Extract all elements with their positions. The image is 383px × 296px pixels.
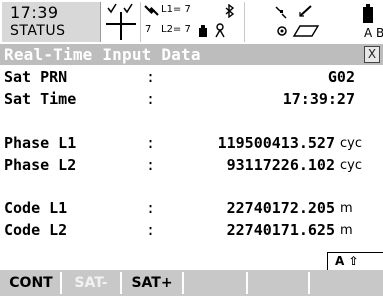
rtk-device-icon	[199, 25, 207, 37]
field-label: Phase L1	[4, 134, 77, 152]
clock-time: 17:39	[10, 3, 59, 22]
input-mode-indicator: A ⇧	[327, 252, 383, 271]
softkey-f4[interactable]	[184, 272, 248, 294]
row-sat-time: Sat Time : 17:39:27	[0, 90, 383, 110]
field-separator: :	[146, 90, 156, 108]
field-value: 119500413.527	[217, 134, 335, 152]
field-value: 22740171.625	[226, 221, 335, 239]
softkey-f6[interactable]	[310, 272, 381, 294]
sat-count: 7	[145, 24, 152, 35]
satellite-icon	[144, 5, 159, 16]
l2-sat-count: L2= 7	[161, 24, 191, 35]
memory-card-icon	[292, 25, 320, 37]
field-unit: cyc	[340, 158, 362, 173]
connection-status[interactable]	[246, 2, 334, 42]
softkey-f5[interactable]	[248, 272, 310, 294]
bluetooth-icon	[225, 4, 235, 18]
status-label: STATUS	[10, 23, 66, 39]
input-mode-label: A ⇧	[335, 254, 359, 268]
field-label: Sat PRN	[4, 68, 68, 86]
field-separator: :	[146, 156, 156, 174]
sat-next-button[interactable]: SAT+	[122, 272, 184, 294]
field-label: Code L1	[4, 199, 68, 217]
pen-icon	[299, 5, 312, 17]
row-sat-prn: Sat PRN : G02	[0, 68, 383, 88]
title-bar: Real-Time Input Data X	[0, 44, 383, 65]
l1-sat-count: L1= 7	[161, 4, 191, 15]
position-quality-icon[interactable]	[102, 2, 140, 42]
field-label: Code L2	[4, 221, 68, 239]
row-code-l2: Code L2 : 22740171.625 m	[0, 221, 383, 241]
power-status[interactable]: A B	[336, 2, 383, 42]
field-separator: :	[146, 68, 156, 86]
field-unit: m	[340, 201, 353, 216]
battery-icon	[363, 4, 373, 23]
field-value: 22740172.205	[226, 199, 335, 217]
field-label: Phase L2	[4, 156, 77, 174]
row-phase-l1: Phase L1 : 119500413.527 cyc	[0, 134, 383, 154]
gear-icon	[277, 26, 287, 36]
field-separator: :	[146, 199, 156, 217]
battery-label: A	[364, 26, 373, 40]
field-unit: m	[340, 223, 353, 238]
memory-label: B	[376, 26, 383, 40]
field-value: 17:39:27	[282, 90, 355, 108]
row-phase-l2: Phase L2 : 93117226.102 cyc	[0, 156, 383, 176]
field-separator: :	[146, 134, 156, 152]
field-unit: cyc	[340, 136, 362, 151]
row-code-l1: Code L1 : 22740172.205 m	[0, 199, 383, 219]
field-separator: :	[146, 221, 156, 239]
link-icon	[275, 6, 287, 19]
status-bar: 17:39 STATUS L1= 7 7 L2= 7 A B	[0, 0, 383, 44]
field-label: Sat Time	[4, 90, 77, 108]
field-value: G02	[327, 68, 355, 86]
status-time-box[interactable]: 17:39 STATUS	[2, 2, 101, 42]
field-value: 93117226.102	[226, 156, 335, 174]
softkey-bar: CONT SAT- SAT+	[0, 270, 383, 296]
radio-status[interactable]	[196, 2, 242, 42]
antenna-icon	[215, 23, 225, 38]
satellite-status[interactable]: L1= 7 7 L2= 7	[141, 2, 195, 42]
cont-button[interactable]: CONT	[2, 272, 62, 294]
page-title: Real-Time Input Data	[4, 45, 201, 64]
sat-prev-button[interactable]: SAT-	[62, 272, 122, 294]
close-button[interactable]: X	[364, 46, 380, 63]
